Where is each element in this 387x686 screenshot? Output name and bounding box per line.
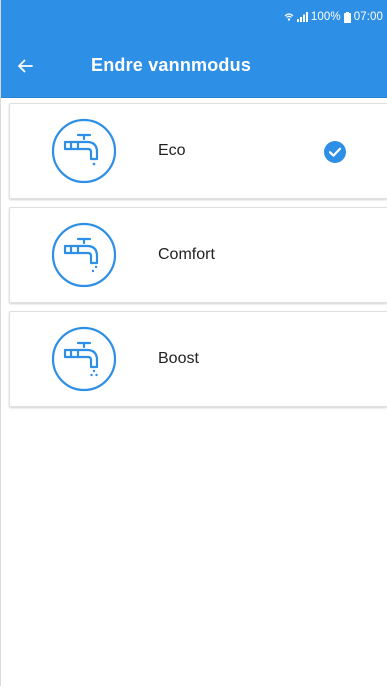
arrow-left-icon: [18, 59, 33, 72]
screen: 100% 07:00 Endre vannmodus Eco Comfort B…: [0, 0, 387, 686]
tap-eco-icon: [51, 118, 117, 184]
checkmark-icon: [324, 141, 346, 163]
app-bar: Endre vannmodus: [1, 34, 387, 98]
mode-option-boost[interactable]: Boost: [9, 311, 387, 407]
clock: 07:00: [353, 11, 383, 23]
mode-label: Eco: [158, 142, 186, 159]
page-title: Endre vannmodus: [91, 55, 252, 75]
cell-signal-icon: [296, 12, 308, 22]
mode-option-eco[interactable]: Eco: [9, 103, 387, 199]
mode-label: Comfort: [158, 246, 215, 263]
tap-comfort-icon: [51, 222, 117, 288]
back-button[interactable]: [17, 42, 65, 90]
mode-label: Boost: [158, 350, 199, 367]
tap-boost-icon: [51, 326, 117, 392]
wifi-icon: [284, 12, 294, 22]
battery-percent: 100%: [310, 11, 341, 23]
mode-option-comfort[interactable]: Comfort: [9, 207, 387, 303]
mode-list: Eco Comfort Boost: [1, 98, 387, 407]
status-bar: 100% 07:00: [1, 0, 387, 34]
battery-icon: [343, 11, 351, 23]
